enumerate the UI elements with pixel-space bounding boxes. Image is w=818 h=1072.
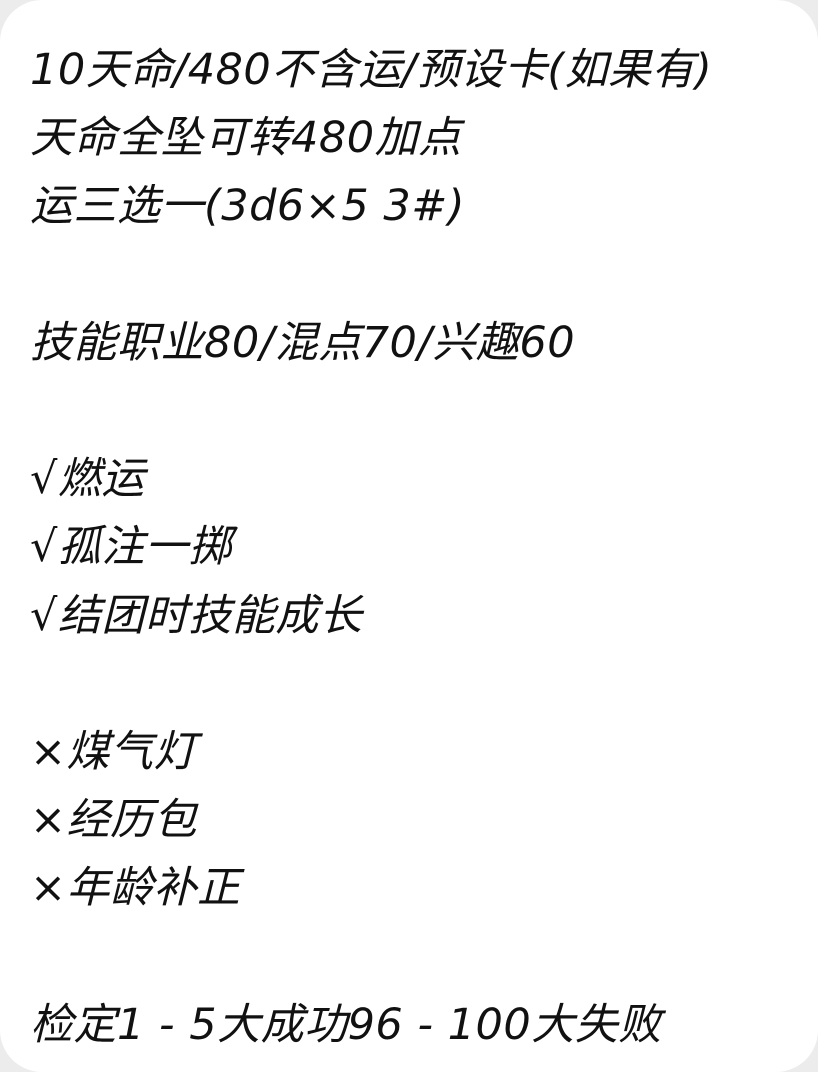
message-line-enabled-3: √结团时技能成长 bbox=[30, 590, 363, 641]
message-line-rules-3: 运三选一(3d6×5 3#) bbox=[30, 181, 466, 232]
message-card: 10天命/480不含运/预设卡(如果有) 天命全坠可转480加点 运三选一(3d… bbox=[0, 0, 818, 1072]
message-line-disabled-3: ×年龄补正 bbox=[30, 863, 241, 914]
message-line-skills: 技能职业80/混点70/兴趣60 bbox=[30, 317, 576, 368]
message-line-enabled-2: √孤注一掷 bbox=[30, 522, 232, 573]
message-line-rules-2: 天命全坠可转480加点 bbox=[30, 113, 462, 164]
message-line-enabled-1: √燃运 bbox=[30, 454, 145, 505]
message-line-checks: 检定1 - 5大成功96 - 100大失败 bbox=[30, 999, 662, 1050]
message-line-disabled-1: ×煤气灯 bbox=[30, 726, 198, 777]
message-line-rules-1: 10天命/480不含运/预设卡(如果有) bbox=[30, 45, 713, 95]
message-line-disabled-2: ×经历包 bbox=[30, 795, 198, 846]
